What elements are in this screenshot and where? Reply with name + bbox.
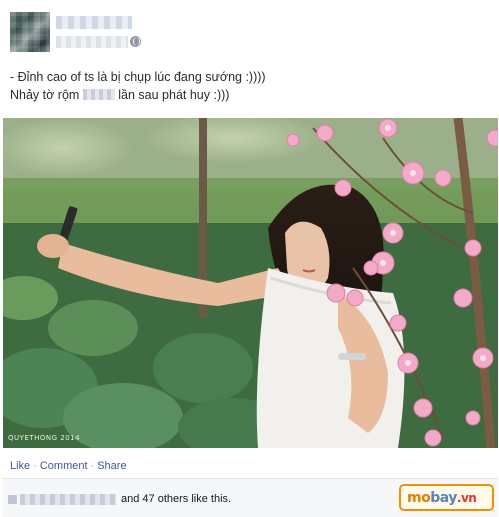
photo-watermark: QUYETHONG 2014: [8, 434, 81, 442]
author-name-redacted[interactable]: [56, 16, 132, 29]
logo-part-1: mo: [407, 490, 431, 506]
post-header: [10, 12, 310, 52]
logo-part-3: .vn: [456, 491, 477, 505]
like-link[interactable]: Like: [10, 460, 30, 472]
logo-text: mobay.vn: [407, 490, 477, 506]
site-logo: mobay.vn: [399, 484, 494, 511]
photo-illustration: [3, 118, 498, 448]
post-photo[interactable]: [3, 118, 498, 448]
avatar[interactable]: [10, 12, 50, 52]
comment-link[interactable]: Comment: [40, 460, 88, 472]
share-link[interactable]: Share: [97, 460, 126, 472]
like-icon: [8, 495, 17, 504]
post-message: - Đỉnh cao of ts là bị chụp lúc đang sướ…: [10, 68, 480, 104]
logo-part-2: bay: [430, 490, 457, 506]
post-line-2-end: lần sau phát huy :))): [114, 88, 230, 102]
globe-icon: [130, 36, 141, 47]
post-line-2: Nhảy tờ rộm lần sau phát huy :))): [10, 86, 480, 104]
separator: ·: [33, 460, 37, 472]
post-line-2-start: Nhảy tờ rộm: [10, 88, 83, 102]
post-actions: Like · Comment · Share: [10, 460, 127, 472]
separator: ·: [90, 460, 95, 472]
liker-names-redacted[interactable]: [20, 494, 116, 505]
redacted-name: [82, 89, 115, 100]
likes-summary[interactable]: and 47 others like this.: [121, 493, 231, 505]
post-time-redacted[interactable]: [56, 36, 128, 48]
post-line-1: - Đỉnh cao of ts là bị chụp lúc đang sướ…: [10, 70, 266, 84]
